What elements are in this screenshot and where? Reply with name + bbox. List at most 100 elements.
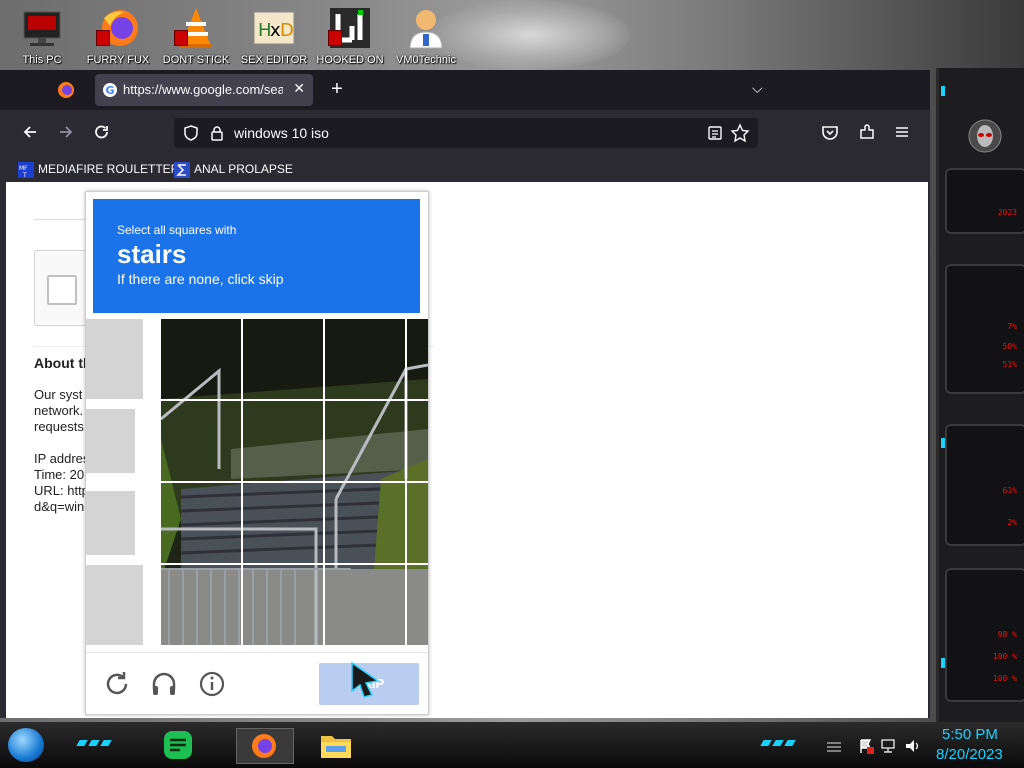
captcha-tile[interactable]: [325, 565, 405, 645]
bookmark-anal-prolapse[interactable]: ANAL PROLAPSE: [174, 159, 293, 179]
desktop-icon-dont-stick[interactable]: DONT STICK: [158, 6, 234, 68]
captcha-tile[interactable]: [243, 565, 323, 645]
captcha-tile[interactable]: [161, 565, 241, 645]
gadget-date-box: 2023: [945, 168, 1024, 234]
vlc-cone-icon: [174, 6, 218, 50]
captcha-ghost-tile: [86, 491, 135, 555]
captcha-header: Select all squares with stairs If there …: [93, 199, 420, 313]
green-notes-icon: [164, 731, 192, 759]
taskbar-app-firefox[interactable]: [236, 728, 294, 764]
gadget-stat: 61%: [1002, 486, 1017, 495]
gadget-stat: 100 %: [992, 674, 1017, 683]
hamburger-menu-icon: [896, 127, 908, 137]
lock-icon[interactable]: [208, 124, 226, 142]
tab-close-icon[interactable]: ✕: [293, 80, 305, 97]
gadget-cpu-box: 7% 50% 51%: [945, 264, 1024, 394]
extensions-button[interactable]: [855, 122, 879, 144]
desktop-icon-this-pc[interactable]: This PC: [4, 6, 80, 68]
captcha-tile[interactable]: [325, 319, 405, 399]
sorry-text-line: URL: http: [34, 483, 89, 498]
bookmark-mediafire[interactable]: MF T MEDIAFIRE ROULETTER: [18, 159, 179, 179]
taskbar-app-notes[interactable]: [160, 728, 196, 762]
captcha-tile[interactable]: [161, 401, 241, 481]
captcha-hint: If there are none, click skip: [117, 271, 284, 287]
maze-game-icon: [328, 6, 372, 50]
pocket-icon: [822, 126, 838, 140]
captcha-tile[interactable]: [407, 401, 428, 481]
back-arrow-icon: [23, 126, 36, 138]
captcha-tile[interactable]: [407, 319, 428, 399]
gadget-accent: [941, 438, 945, 448]
navigation-toolbar: windows 10 iso: [0, 110, 930, 156]
tab-google-search[interactable]: G https://www.google.com/search? ✕: [95, 74, 313, 106]
clock-time[interactable]: 5:50 PM: [942, 726, 998, 743]
taskbar-accent: [784, 740, 796, 746]
captcha-tile[interactable]: [161, 319, 241, 399]
desktop-icon-hooked-on[interactable]: HOOKED ON: [312, 6, 388, 68]
info-icon: [199, 671, 225, 697]
address-bar[interactable]: windows 10 iso: [174, 118, 758, 148]
gadget-stat: 2%: [1007, 518, 1017, 527]
captcha-tile[interactable]: [243, 483, 323, 563]
forward-arrow-icon: [60, 126, 73, 138]
clock-date[interactable]: 8/20/2023: [936, 746, 1003, 763]
captcha-tile[interactable]: [325, 483, 405, 563]
folder-icon: [321, 736, 351, 758]
taskbar-accent: [88, 740, 100, 746]
desktop-icon-furry-fux[interactable]: FURRY FUX: [80, 6, 156, 68]
reader-view-icon[interactable]: [706, 124, 724, 142]
back-button[interactable]: [18, 122, 42, 144]
app-menu-button[interactable]: [890, 122, 914, 144]
captcha-tile[interactable]: [325, 401, 405, 481]
captcha-ghost-tile: [86, 409, 135, 473]
taskbar: 5:50 PM 8/20/2023: [0, 722, 1024, 768]
desktop-icon-vm0technic[interactable]: VM0Technic: [388, 6, 464, 68]
bookmark-label: MEDIAFIRE ROULETTER: [38, 162, 180, 176]
address-bar-text[interactable]: windows 10 iso: [234, 125, 329, 141]
svg-text:D: D: [280, 20, 294, 41]
reload-challenge-button[interactable]: [102, 669, 132, 699]
gadget-stat: 51%: [1002, 360, 1017, 369]
puzzle-piece-icon: [860, 124, 874, 139]
captcha-footer: SKIP: [86, 652, 428, 715]
gadget-stat: 100 %: [992, 652, 1017, 661]
help-button[interactable]: [197, 669, 227, 699]
action-center-flag-icon[interactable]: [858, 738, 874, 754]
bookmark-star-icon[interactable]: [730, 123, 750, 143]
audio-challenge-button[interactable]: [149, 669, 179, 699]
start-button[interactable]: [8, 728, 44, 762]
tracking-shield-icon[interactable]: [182, 124, 200, 142]
doctor-avatar-icon: [404, 6, 448, 50]
desktop-icon-label: VM0Technic: [396, 54, 456, 66]
captcha-tile[interactable]: [243, 319, 323, 399]
mediafire-icon: MFT: [18, 161, 34, 178]
captcha-tile[interactable]: [161, 483, 241, 563]
forward-button[interactable]: [54, 122, 78, 144]
sorry-text-line: network.: [34, 403, 84, 418]
reload-icon: [95, 125, 108, 139]
gadget-stat: 98 %: [997, 630, 1017, 639]
captcha-tile[interactable]: [407, 483, 428, 563]
desktop-icon-label: FURRY FUX: [86, 54, 150, 66]
new-tab-button[interactable]: +: [325, 78, 349, 100]
sorry-text-line: Our syst: [34, 387, 83, 402]
stacked-lines-icon: [827, 742, 841, 752]
taskbar-accent: [76, 740, 88, 746]
recaptcha-checkbox[interactable]: [47, 275, 77, 305]
captcha-tile[interactable]: [243, 401, 323, 481]
firefox-icon: [58, 82, 74, 98]
mouse-cursor-icon: [351, 661, 380, 698]
sorry-heading: About th: [34, 355, 92, 371]
taskbar-app-file-explorer[interactable]: [318, 728, 354, 762]
volume-icon[interactable]: [904, 738, 920, 754]
firefox-icon: [252, 734, 276, 758]
desktop-icon-sex-editor[interactable]: HxD SEX EDITOR: [236, 6, 312, 68]
gadget-year: 2023: [997, 208, 1017, 217]
desktop-icon-label: This PC: [22, 54, 62, 66]
tab-pinned-firefox[interactable]: [50, 74, 82, 106]
network-icon[interactable]: [880, 738, 896, 754]
reload-button[interactable]: [90, 122, 114, 144]
captcha-tile[interactable]: [407, 565, 428, 645]
pocket-button[interactable]: [818, 122, 842, 144]
list-all-tabs-chevron-icon[interactable]: ⌵: [752, 80, 763, 97]
